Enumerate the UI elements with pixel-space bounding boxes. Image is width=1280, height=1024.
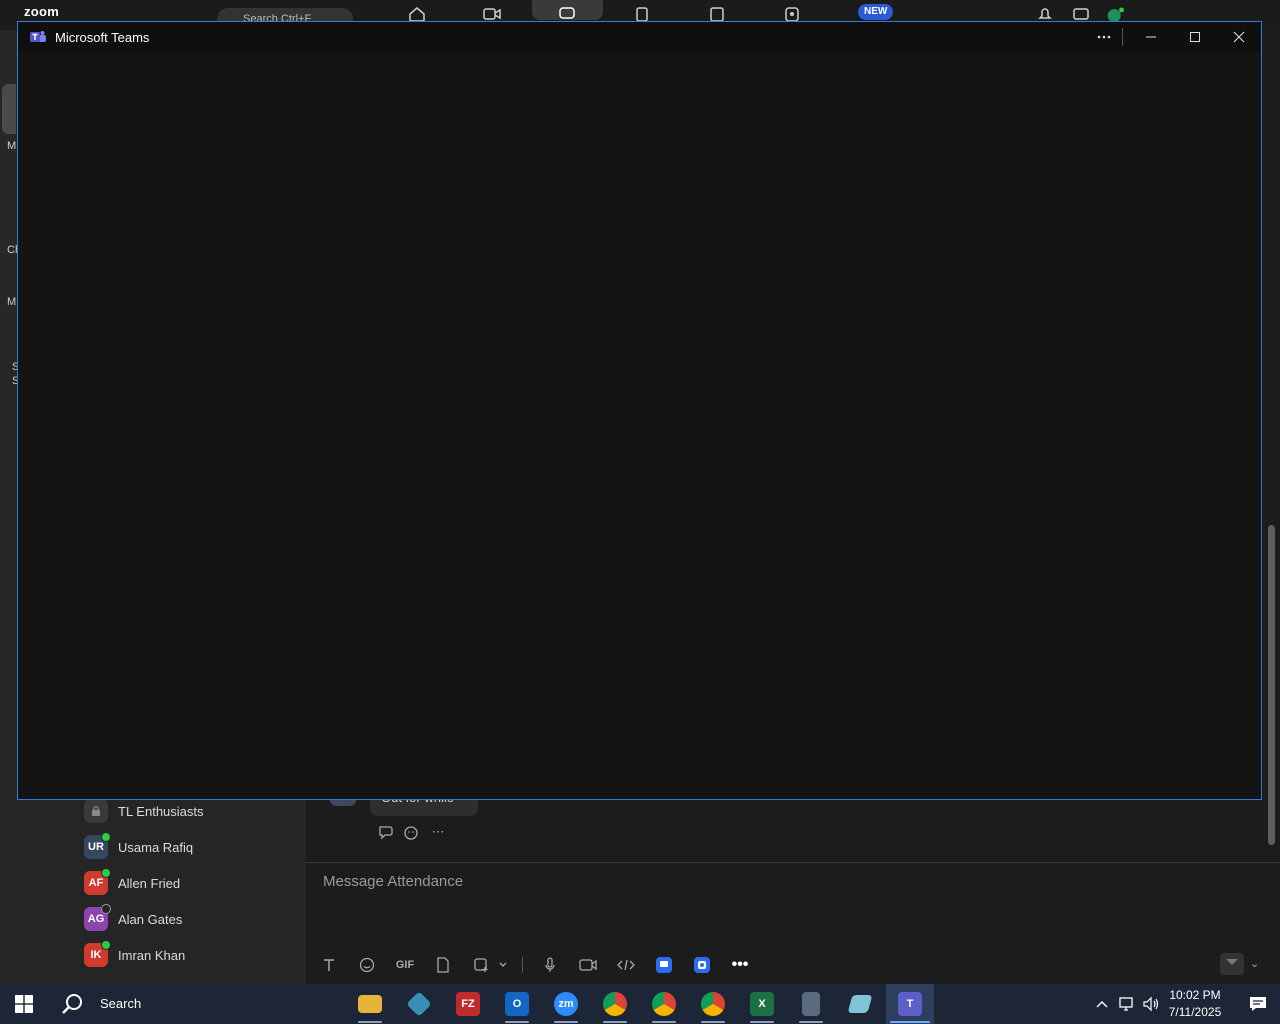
- avatar: IK: [84, 940, 111, 967]
- microphone-icon[interactable]: [539, 954, 561, 976]
- message-actions: ⋯: [378, 824, 446, 840]
- excel-icon[interactable]: X: [738, 984, 786, 1024]
- toolbar-divider: [522, 957, 523, 973]
- calculator-icon[interactable]: [787, 984, 835, 1024]
- teams-logo-icon: [30, 30, 46, 44]
- chrome-icon[interactable]: [689, 984, 737, 1024]
- presence-dot: [101, 904, 111, 914]
- notes-icon[interactable]: [836, 984, 884, 1024]
- rail-label: M: [7, 296, 17, 308]
- sidebar-item-contact[interactable]: AF Allen Fried: [84, 868, 181, 896]
- outlook-icon[interactable]: O: [493, 984, 541, 1024]
- start-button[interactable]: [0, 984, 48, 1024]
- notification-center-icon[interactable]: [1236, 984, 1280, 1024]
- sidebar-item-channel[interactable]: TL Enthusiasts: [84, 798, 204, 824]
- app-icon-blue-2[interactable]: [691, 954, 713, 976]
- profile-avatar[interactable]: [1106, 6, 1128, 23]
- volume-icon[interactable]: [1140, 984, 1162, 1024]
- avatar-initials: IK: [90, 949, 102, 961]
- phone-icon[interactable]: [633, 6, 651, 22]
- windows-icon: [15, 995, 33, 1013]
- presence-dot: [101, 940, 111, 950]
- system-clock[interactable]: 10:02 PM 7/11/2025: [1160, 987, 1230, 1021]
- chat-icon[interactable]: [558, 6, 576, 22]
- minimize-button[interactable]: [1129, 22, 1173, 52]
- reply-icon[interactable]: [378, 824, 394, 840]
- bell-icon[interactable]: [1036, 6, 1054, 22]
- teams-icon[interactable]: T: [886, 984, 934, 1024]
- send-button[interactable]: [1220, 953, 1244, 975]
- chevron-down-icon[interactable]: ⌄: [1250, 957, 1259, 970]
- presence-dot: [101, 832, 111, 842]
- network-icon[interactable]: [1116, 984, 1138, 1024]
- sidebar-item-label: Usama Rafiq: [118, 839, 194, 855]
- meetings-icon[interactable]: [483, 6, 501, 22]
- rail-tab-indicator: [2, 84, 16, 134]
- zoom-icon[interactable]: zm: [542, 984, 590, 1024]
- settings-gear-icon[interactable]: [1072, 6, 1090, 22]
- chrome-icon[interactable]: [591, 984, 639, 1024]
- docs-icon[interactable]: [708, 6, 726, 22]
- sidebar-item-label: Alan Gates: [118, 911, 183, 927]
- filezilla-icon[interactable]: FZ: [444, 984, 492, 1024]
- lock-icon: [84, 799, 108, 823]
- title-bar[interactable]: Microsoft Teams: [18, 22, 1261, 52]
- message-input[interactable]: Message Attendance: [323, 873, 463, 890]
- avatar: AF: [84, 868, 111, 895]
- window-title: Microsoft Teams: [55, 30, 150, 45]
- file-icon[interactable]: [432, 954, 454, 976]
- zoom-logo: zoom: [24, 4, 60, 19]
- sidebar-item-label: Imran Khan: [118, 947, 186, 963]
- more-icon[interactable]: ⋯: [430, 824, 446, 840]
- avatar-initials: AG: [87, 913, 105, 925]
- app-diamond-icon[interactable]: [395, 984, 443, 1024]
- compose-toolbar: GIF •••: [318, 954, 767, 976]
- teams-window: Microsoft Teams: [17, 21, 1262, 800]
- sidebar-item-contact[interactable]: AG Alan Gates: [84, 904, 183, 932]
- close-button[interactable]: [1217, 22, 1261, 52]
- chevron-down-icon[interactable]: [496, 954, 510, 976]
- sidebar-item-contact[interactable]: UR Usama Rafiq: [84, 832, 194, 860]
- title-divider: [1122, 28, 1123, 46]
- presence-dot: [101, 868, 111, 878]
- screenshot-icon[interactable]: [470, 954, 492, 976]
- file-explorer-icon[interactable]: [346, 984, 394, 1024]
- avatar-initials: UR: [88, 841, 104, 853]
- sidebar-item-contact[interactable]: IK Imran Khan: [84, 940, 186, 968]
- search-icon[interactable]: [60, 992, 84, 1021]
- teams-content-area: [18, 52, 1261, 799]
- more-options-icon[interactable]: •••: [729, 954, 751, 976]
- avatar: AG: [84, 904, 111, 931]
- clock-date: 7/11/2025: [1168, 1005, 1222, 1019]
- text-format-icon[interactable]: [318, 954, 340, 976]
- emoji-icon[interactable]: [356, 954, 378, 976]
- chevron-up-icon[interactable]: [1092, 984, 1112, 1024]
- sidebar-item-label: TL Enthusiasts: [118, 803, 204, 819]
- contacts-icon[interactable]: [783, 6, 801, 22]
- avatar: UR: [84, 832, 111, 859]
- gif-button[interactable]: GIF: [394, 954, 416, 976]
- maximize-button[interactable]: [1173, 22, 1217, 52]
- app-icon-blue-1[interactable]: [653, 954, 675, 976]
- taskbar-search[interactable]: Search: [100, 996, 141, 1011]
- home-icon[interactable]: [408, 6, 426, 22]
- clock-time: 10:02 PM: [1169, 988, 1221, 1002]
- chrome-icon[interactable]: [640, 984, 688, 1024]
- new-badge: NEW: [858, 4, 894, 20]
- avatar-initials: AF: [88, 877, 104, 889]
- scrollbar[interactable]: [1268, 525, 1275, 845]
- code-snippet-icon[interactable]: [615, 954, 637, 976]
- sidebar-item-label: Allen Fried: [118, 875, 181, 891]
- rail-label: M: [7, 140, 17, 152]
- taskbar: Search FZ O zm X T 10:02 PM 7/11/2025: [0, 984, 1280, 1024]
- video-message-icon[interactable]: [577, 954, 599, 976]
- compose-divider: [306, 862, 1280, 863]
- emoji-reaction-icon[interactable]: [404, 824, 420, 840]
- more-options-icon[interactable]: [1084, 22, 1124, 52]
